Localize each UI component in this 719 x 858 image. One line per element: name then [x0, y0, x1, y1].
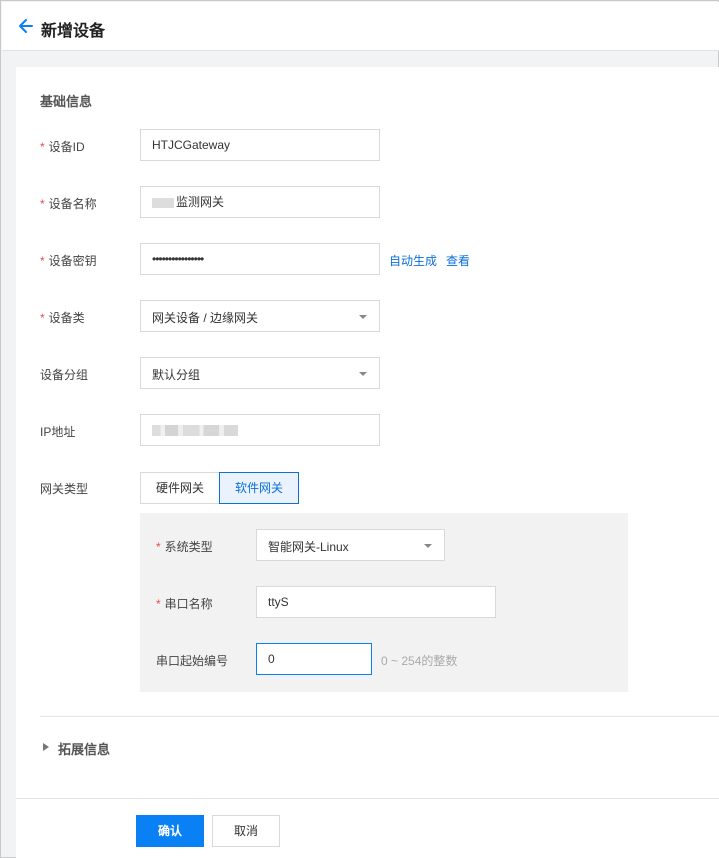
required-mark: *	[40, 254, 45, 268]
serial-start-input[interactable]	[256, 643, 372, 675]
device-id-label: * 设备ID	[40, 140, 85, 154]
redacted-ip	[152, 425, 238, 436]
hardware-gateway-tab[interactable]: 硬件网关	[140, 472, 220, 504]
system-type-label: * 系统类型	[156, 540, 213, 554]
auto-generate-link[interactable]: 自动生成	[389, 252, 437, 269]
device-group-value: 默认分组	[152, 368, 201, 382]
caret-right-icon[interactable]	[43, 743, 49, 751]
device-type-value: 网关设备 / 边缘网关	[152, 311, 259, 325]
device-name-label: * 设备名称	[40, 197, 97, 211]
required-mark: *	[40, 311, 45, 325]
page-title: 新增设备	[41, 23, 106, 40]
view-secret-link[interactable]: 查看	[446, 252, 470, 269]
device-group-select[interactable]: 默认分组	[140, 357, 380, 389]
back-arrow-icon[interactable]	[18, 18, 34, 34]
page-header: 新增设备	[2, 2, 719, 51]
device-secret-input[interactable]	[140, 243, 380, 275]
cancel-button[interactable]: 取消	[212, 815, 280, 847]
device-name-input[interactable]: 监测网关	[140, 186, 380, 218]
gateway-type-label: 网关类型	[40, 482, 89, 496]
chevron-down-icon	[424, 544, 432, 548]
device-group-label: 设备分组	[40, 368, 89, 382]
form-card: 基础信息 *设备ID *设备名称 监测网关 *设备密钥 自动生成 查看 *设备类…	[16, 67, 719, 858]
serial-start-hint: 0 ~ 254的整数	[381, 654, 458, 668]
divider	[40, 716, 719, 717]
serial-name-input[interactable]	[256, 586, 496, 618]
system-type-value: 智能网关-Linux	[268, 540, 349, 554]
device-id-input[interactable]	[140, 129, 380, 161]
software-gateway-panel: *系统类型 智能网关-Linux *串口名称 串口起始编号 0 ~ 254的整数	[140, 513, 628, 692]
required-mark: *	[156, 597, 161, 611]
footer-divider	[16, 798, 719, 799]
chevron-down-icon	[359, 372, 367, 376]
ip-input[interactable]	[140, 414, 380, 446]
serial-name-label: * 串口名称	[156, 597, 213, 611]
device-type-select[interactable]: 网关设备 / 边缘网关	[140, 300, 380, 332]
confirm-button[interactable]: 确认	[136, 815, 204, 847]
serial-start-label: 串口起始编号	[156, 654, 229, 668]
ip-label: IP地址	[40, 425, 76, 439]
extended-info-toggle[interactable]: 拓展信息	[58, 739, 110, 758]
redacted-block	[152, 197, 174, 208]
required-mark: *	[40, 197, 45, 211]
system-type-select[interactable]: 智能网关-Linux	[256, 529, 445, 561]
chevron-down-icon	[359, 315, 367, 319]
device-secret-label: * 设备密钥	[40, 254, 97, 268]
software-gateway-tab[interactable]: 软件网关	[219, 472, 299, 504]
required-mark: *	[40, 140, 45, 154]
required-mark: *	[156, 540, 161, 554]
app-frame: 新增设备 基础信息 *设备ID *设备名称 监测网关 *设备密钥 自动生成 查看…	[0, 0, 719, 858]
basic-info-title: 基础信息	[40, 94, 93, 109]
device-name-value: 监测网关	[176, 195, 225, 209]
device-type-label: * 设备类	[40, 311, 85, 325]
